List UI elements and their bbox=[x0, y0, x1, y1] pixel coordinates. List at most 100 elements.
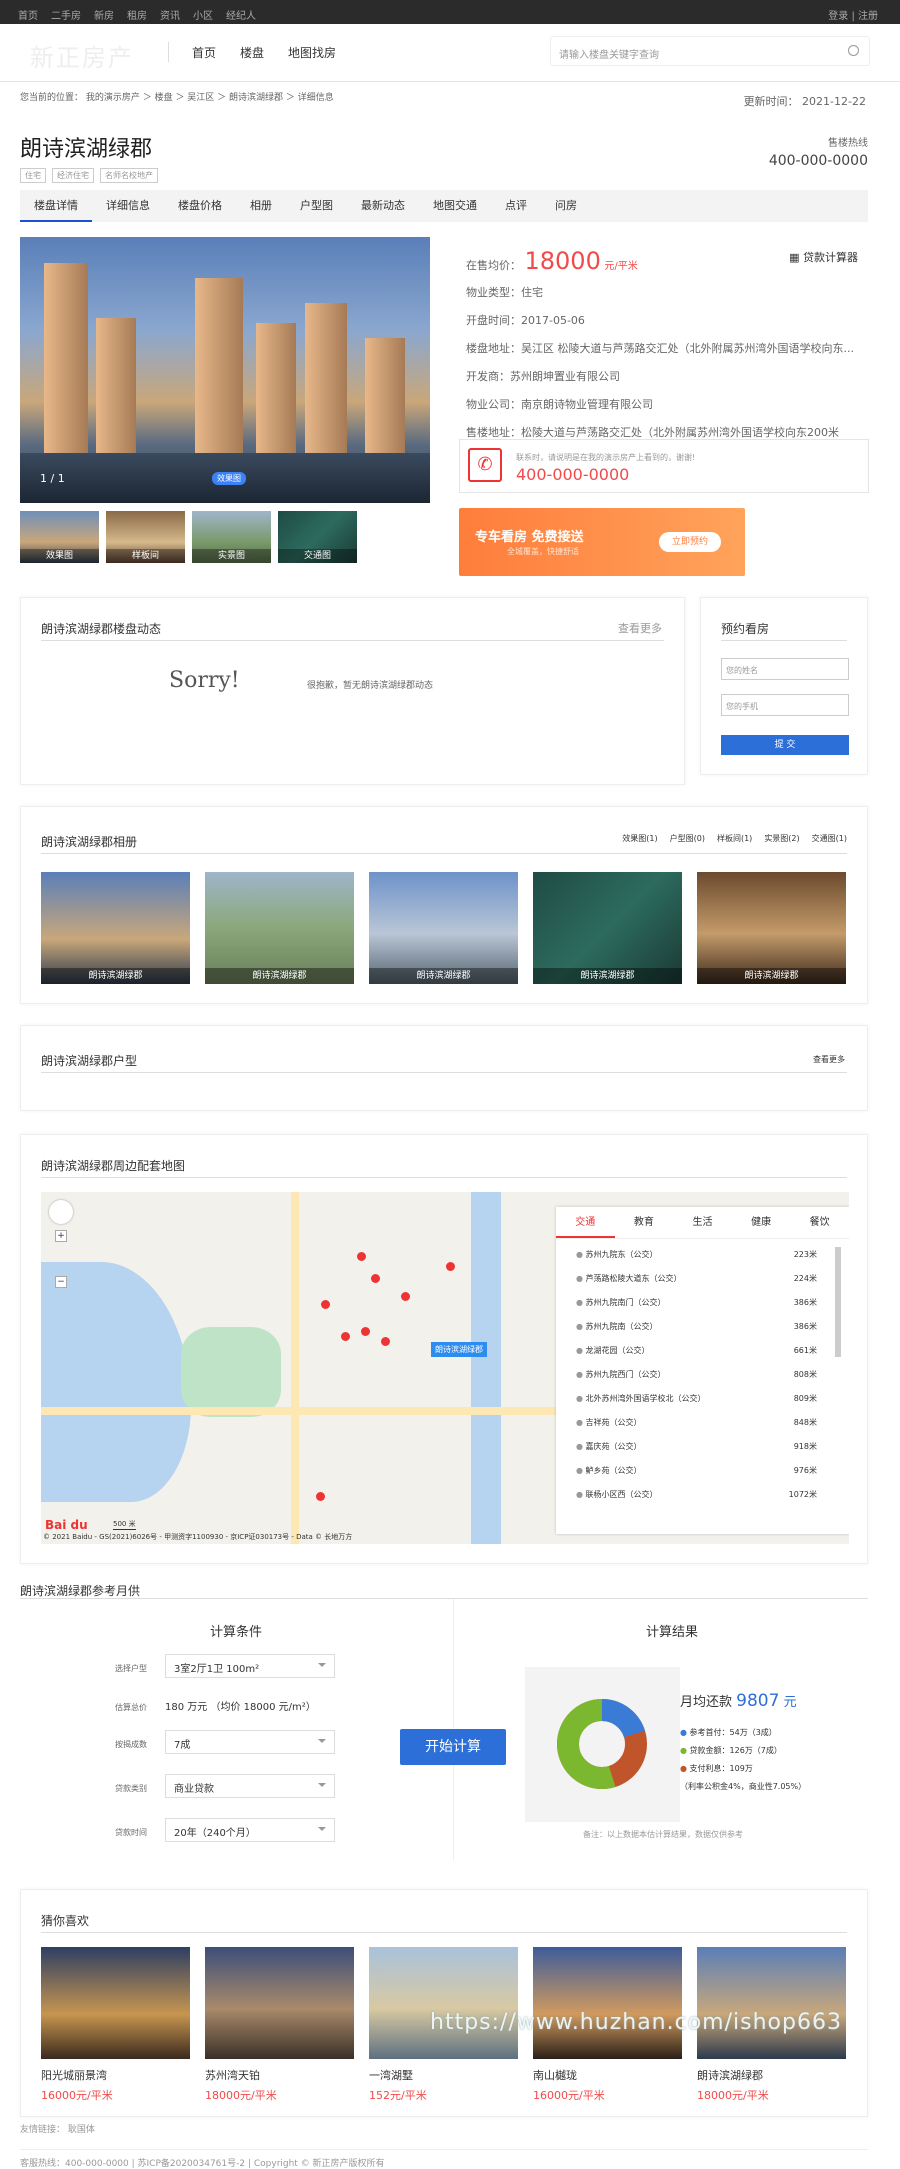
loan-term-select[interactable]: 20年（240个月） bbox=[165, 1818, 335, 1842]
list-item[interactable]: 吉祥苑（公交） 848米 bbox=[556, 1411, 849, 1435]
album-photo[interactable]: 朗诗滨湖绿郡 bbox=[205, 872, 354, 984]
thumb-real[interactable]: 实景图 bbox=[192, 511, 271, 563]
name-input[interactable]: 您的姓名 bbox=[721, 658, 849, 680]
list-item[interactable]: 苏州九院西门（公交） 808米 bbox=[556, 1363, 849, 1387]
tab-details[interactable]: 详细信息 bbox=[92, 190, 164, 222]
list-item[interactable]: 北外苏州湾外国语学校北（公交） 809米 bbox=[556, 1387, 849, 1411]
list-item[interactable]: 嘉庆苑（公交） 918米 bbox=[556, 1435, 849, 1459]
list-item[interactable]: 苏州九院东（公交） 223米 bbox=[556, 1243, 849, 1267]
down-ratio-select[interactable]: 7成 bbox=[165, 1730, 335, 1754]
album-tab[interactable]: 交通图(1) bbox=[812, 833, 847, 844]
top-nav-community[interactable]: 小区 bbox=[193, 7, 213, 22]
submit-button[interactable]: 提 交 bbox=[721, 735, 849, 755]
recommend-image[interactable] bbox=[697, 1947, 846, 2059]
loan-type-select[interactable]: 商业贷款 bbox=[165, 1774, 335, 1798]
zoom-out-icon[interactable]: − bbox=[55, 1276, 67, 1288]
thumb-traffic[interactable]: 交通图 bbox=[278, 511, 357, 563]
recommend-name[interactable]: 阳光城丽景湾 bbox=[41, 2067, 190, 2083]
zoom-in-icon[interactable]: + bbox=[55, 1230, 67, 1242]
top-nav-agent[interactable]: 经纪人 bbox=[226, 7, 256, 22]
search-placeholder: 请输入楼盘关键字查询 bbox=[559, 50, 659, 61]
list-item[interactable]: 联杨小区西（公交） 1072米 bbox=[556, 1483, 849, 1507]
poi-name: 苏州九院西门（公交） bbox=[576, 1363, 666, 1387]
tab-reviews[interactable]: 点评 bbox=[491, 190, 541, 222]
album-tab[interactable]: 实景图(2) bbox=[764, 833, 799, 844]
phone-input[interactable]: 您的手机 bbox=[721, 694, 849, 716]
poi-name: 吉祥苑（公交） bbox=[576, 1411, 642, 1435]
nearby-tab-life[interactable]: 生活 bbox=[673, 1207, 732, 1238]
login-register-link[interactable]: 登录 | 注册 bbox=[828, 7, 878, 22]
nearby-tab-health[interactable]: 健康 bbox=[732, 1207, 791, 1238]
album-tab[interactable]: 效果图(1) bbox=[622, 833, 657, 844]
site-logo[interactable]: 新正房产 bbox=[30, 38, 134, 73]
recommend-name[interactable]: 南山樾珑 bbox=[533, 2067, 682, 2083]
top-nav-news[interactable]: 资讯 bbox=[160, 7, 180, 22]
recommend-name[interactable]: 苏州湾天铂 bbox=[205, 2067, 354, 2083]
start-calc-button[interactable]: 开始计算 bbox=[400, 1729, 506, 1765]
tab-news[interactable]: 最新动态 bbox=[347, 190, 419, 222]
tab-questions[interactable]: 问房 bbox=[541, 190, 591, 222]
album-photo[interactable]: 朗诗滨湖绿郡 bbox=[697, 872, 846, 984]
map-title: 朗诗滨湖绿郡周边配套地图 bbox=[41, 1159, 186, 1173]
news-more-link[interactable]: 查看更多 bbox=[618, 620, 662, 636]
search-input[interactable]: 请输入楼盘关键字查询 bbox=[550, 36, 870, 66]
unit-type-select[interactable]: 3室2厅1卫 100m² bbox=[165, 1654, 335, 1678]
map-estate-label[interactable]: 朗诗滨湖绿郡 bbox=[431, 1342, 487, 1357]
tab-overview[interactable]: 楼盘详情 bbox=[20, 190, 92, 222]
top-nav-home[interactable]: 首页 bbox=[18, 7, 38, 22]
recommend-image[interactable] bbox=[205, 1947, 354, 2059]
phone-icon: ✆ bbox=[468, 448, 502, 482]
top-nav-newhouse[interactable]: 新房 bbox=[94, 7, 114, 22]
tab-map[interactable]: 地图交通 bbox=[419, 190, 491, 222]
field-label: 估算总价 bbox=[115, 1703, 147, 1712]
main-photo[interactable]: 1 / 1 效果图 bbox=[20, 237, 430, 503]
baidu-map[interactable]: 朗诗滨湖绿郡 + − Bai du 500 米 © 2021 Baidu - G… bbox=[41, 1192, 849, 1544]
list-item[interactable]: 苏州九院南（公交） 386米 bbox=[556, 1315, 849, 1339]
recommend-item[interactable]: 苏州湾天铂 18000元/平米 bbox=[205, 1947, 354, 2103]
list-item[interactable]: 鲈乡苑（公交） 976米 bbox=[556, 1459, 849, 1483]
main-nav-estates[interactable]: 楼盘 bbox=[240, 44, 264, 61]
photo-caption: 朗诗滨湖绿郡 bbox=[41, 968, 190, 984]
list-item[interactable]: 芦荡路松陵大道东（公交） 224米 bbox=[556, 1267, 849, 1291]
main-nav-map[interactable]: 地图找房 bbox=[288, 44, 336, 61]
album-photo[interactable]: 朗诗滨湖绿郡 bbox=[533, 872, 682, 984]
nearby-tab-traffic[interactable]: 交通 bbox=[556, 1207, 615, 1238]
album-tab[interactable]: 户型图(0) bbox=[670, 833, 705, 844]
recommend-image[interactable] bbox=[41, 1947, 190, 2059]
nearby-tab-food[interactable]: 餐饮 bbox=[790, 1207, 849, 1238]
recommend-item[interactable]: 阳光城丽景湾 16000元/平米 bbox=[41, 1947, 190, 2103]
tab-layout[interactable]: 户型图 bbox=[286, 190, 347, 222]
info-value: 南京朗诗物业管理有限公司 bbox=[521, 398, 653, 411]
main-nav-home[interactable]: 首页 bbox=[192, 44, 216, 61]
recommend-image[interactable] bbox=[533, 1947, 682, 2059]
book-now-button[interactable]: 立即预约 bbox=[659, 532, 721, 552]
top-nav-rent[interactable]: 租房 bbox=[127, 7, 147, 22]
search-icon[interactable] bbox=[848, 45, 859, 56]
friend-links[interactable]: 友情链接： 耿国体 bbox=[20, 2122, 868, 2135]
list-item[interactable]: 苏州九院南门（公交） 386米 bbox=[556, 1291, 849, 1315]
tab-album[interactable]: 相册 bbox=[236, 190, 286, 222]
breadcrumb[interactable]: 您当前的位置： 我的演示房产 ＞ 楼盘 ＞ 吴江区 ＞ 朗诗滨湖绿郡 ＞ 详细信… bbox=[20, 90, 334, 103]
layout-more-link[interactable]: 查看更多 bbox=[813, 1054, 845, 1065]
info-row: 物业类型：住宅 bbox=[466, 279, 866, 307]
recommend-name[interactable]: 朗诗滨湖绿郡 bbox=[697, 2067, 846, 2083]
list-item[interactable]: 龙湖花园（公交） 661米 bbox=[556, 1339, 849, 1363]
pickup-banner[interactable]: 专车看房 免费接送 全城覆盖，快捷舒适 立即预约 bbox=[459, 508, 745, 576]
tab-price[interactable]: 楼盘价格 bbox=[164, 190, 236, 222]
loan-calculator-link[interactable]: ▦ 贷款计算器 bbox=[789, 249, 858, 265]
nearby-scrollbar[interactable] bbox=[835, 1247, 841, 1357]
top-nav-secondhand[interactable]: 二手房 bbox=[51, 7, 81, 22]
recommend-image[interactable] bbox=[369, 1947, 518, 2059]
thumb-showroom[interactable]: 样板间 bbox=[106, 511, 185, 563]
album-photo[interactable]: 朗诗滨湖绿郡 bbox=[369, 872, 518, 984]
poi-name: 苏州九院南门（公交） bbox=[576, 1291, 666, 1315]
main-nav: 首页 楼盘 地图找房 bbox=[192, 44, 336, 61]
legend-item: 贷款金额：126万（7成） bbox=[689, 1746, 782, 1755]
album-tab[interactable]: 样板间(1) bbox=[717, 833, 752, 844]
recommend-name[interactable]: 一湾湖墅 bbox=[369, 2067, 518, 2083]
nearby-tab-education[interactable]: 教育 bbox=[615, 1207, 674, 1238]
album-photo[interactable]: 朗诗滨湖绿郡 bbox=[41, 872, 190, 984]
map-pan-control[interactable] bbox=[49, 1200, 73, 1224]
thumb-rendering[interactable]: 效果图 bbox=[20, 511, 99, 563]
footer: 友情链接： 耿国体 客服热线：400-000-0000 | 苏ICP备20200… bbox=[20, 2122, 868, 2169]
